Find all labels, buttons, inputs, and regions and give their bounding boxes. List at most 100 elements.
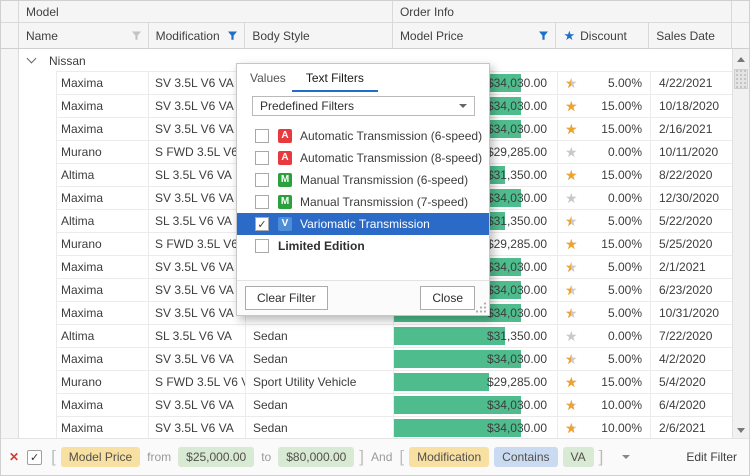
cell-sales-date[interactable]: 2/16/2021 — [651, 118, 734, 141]
cell-name[interactable]: Maxima — [19, 348, 149, 371]
filter-list-item[interactable]: Limited Edition — [237, 235, 489, 257]
cell-sales-date[interactable]: 10/18/2020 — [651, 95, 734, 118]
cell-discount[interactable]: ★★ 5.00% — [558, 348, 651, 371]
cell-modification[interactable]: SV 3.5L V6 VA — [149, 394, 246, 417]
checkbox[interactable] — [255, 195, 269, 209]
cell-sales-date[interactable]: 5/4/2020 — [651, 371, 734, 394]
remove-filter-icon[interactable]: ✕ — [9, 450, 19, 464]
filter-to-value[interactable]: $80,000.00 — [278, 447, 354, 467]
resize-grip-icon[interactable] — [476, 302, 487, 313]
cell-sales-date[interactable]: 8/22/2020 — [651, 164, 734, 187]
cell-sales-date[interactable]: 4/22/2021 — [651, 72, 734, 95]
table-row[interactable]: Altima SL 3.5L V6 VA Sedan $31,350.00 ★★… — [1, 325, 749, 348]
cell-modification[interactable]: SV 3.5L V6 VA — [149, 72, 246, 95]
close-button[interactable]: Close — [420, 286, 475, 310]
cell-name[interactable]: Maxima — [19, 417, 149, 440]
table-row[interactable]: Maxima SV 3.5L V6 VA Sedan $34,030.00 ★★… — [1, 394, 749, 417]
cell-modification[interactable]: SV 3.5L V6 VA — [149, 417, 246, 440]
filter-list-item[interactable]: M Manual Transmission (7-speed) — [237, 191, 489, 213]
cell-name[interactable]: Murano — [19, 371, 149, 394]
cell-discount[interactable]: ★★ 10.00% — [558, 394, 651, 417]
cell-modification[interactable]: SV 3.5L V6 VA — [149, 95, 246, 118]
cell-model-price[interactable]: $34,030.00 — [394, 348, 558, 371]
cell-discount[interactable]: ★★ 5.00% — [558, 210, 651, 233]
column-header-modification[interactable]: Modification — [149, 23, 246, 49]
tab-text-filters[interactable]: Text Filters — [292, 65, 378, 92]
cell-sales-date[interactable]: 10/11/2020 — [651, 141, 734, 164]
table-row[interactable]: Maxima SV 3.5L V6 VA Sedan $34,030.00 ★★… — [1, 348, 749, 371]
cell-discount[interactable]: ★★ 5.00% — [558, 302, 651, 325]
cell-discount[interactable]: ★★ 5.00% — [558, 256, 651, 279]
predefined-filters-combo[interactable]: Predefined Filters — [252, 96, 475, 116]
cell-name[interactable]: Maxima — [19, 256, 149, 279]
filter-joiner[interactable]: And — [369, 450, 394, 464]
scroll-up-button[interactable] — [733, 51, 749, 67]
cell-sales-date[interactable]: 2/6/2021 — [651, 417, 734, 440]
scroll-down-button[interactable] — [733, 422, 749, 438]
cell-sales-date[interactable]: 6/4/2020 — [651, 394, 734, 417]
cell-discount[interactable]: ★★ 15.00% — [558, 371, 651, 394]
cell-name[interactable]: Maxima — [19, 118, 149, 141]
chevron-down-icon[interactable] — [622, 455, 630, 459]
cell-discount[interactable]: ★★ 0.00% — [558, 325, 651, 348]
cell-body-style[interactable]: Sport Utility Vehicle — [246, 371, 394, 394]
column-header-body-style[interactable]: Body Style — [245, 23, 393, 49]
cell-model-price[interactable]: $34,030.00 — [394, 394, 558, 417]
cell-name[interactable]: Maxima — [19, 279, 149, 302]
filter-value-va[interactable]: VA — [563, 447, 594, 467]
cell-modification[interactable]: SL 3.5L V6 VA — [149, 164, 246, 187]
cell-modification[interactable]: SV 3.5L V6 VA — [149, 279, 246, 302]
checkbox[interactable] — [255, 151, 269, 165]
checkbox[interactable] — [255, 217, 269, 231]
cell-model-price[interactable]: $34,030.00 — [394, 417, 558, 440]
checkbox[interactable] — [255, 173, 269, 187]
edit-filter-button[interactable]: Edit Filter — [686, 450, 739, 464]
cell-sales-date[interactable]: 6/23/2020 — [651, 279, 734, 302]
filter-enabled-checkbox[interactable]: ✓ — [27, 450, 42, 465]
column-header-discount[interactable]: ★ Discount — [556, 23, 649, 49]
table-row[interactable]: Murano S FWD 3.5L V6 VA Sport Utility Ve… — [1, 371, 749, 394]
cell-modification[interactable]: SV 3.5L V6 VA — [149, 118, 246, 141]
filter-operator-contains[interactable]: Contains — [494, 447, 557, 467]
chevron-down-icon[interactable] — [27, 54, 37, 64]
cell-name[interactable]: Maxima — [19, 302, 149, 325]
scrollbar-thumb[interactable] — [734, 69, 748, 89]
cell-body-style[interactable]: Sedan — [246, 394, 394, 417]
cell-discount[interactable]: ★★ 5.00% — [558, 72, 651, 95]
cell-modification[interactable]: S FWD 3.5L V6 VA — [149, 233, 246, 256]
filter-funnel-icon-active[interactable] — [538, 30, 549, 41]
cell-name[interactable]: Altima — [19, 210, 149, 233]
cell-sales-date[interactable]: 5/25/2020 — [651, 233, 734, 256]
table-row[interactable]: Maxima SV 3.5L V6 VA Sedan $34,030.00 ★★… — [1, 417, 749, 440]
cell-name[interactable]: Maxima — [19, 187, 149, 210]
cell-sales-date[interactable]: 4/2/2020 — [651, 348, 734, 371]
cell-sales-date[interactable]: 7/22/2020 — [651, 325, 734, 348]
cell-name[interactable]: Maxima — [19, 95, 149, 118]
vertical-scrollbar[interactable] — [732, 49, 749, 440]
cell-discount[interactable]: ★★ 15.00% — [558, 95, 651, 118]
cell-modification[interactable]: SL 3.5L V6 VA — [149, 210, 246, 233]
filter-list-item[interactable]: V Variomatic Transmission — [237, 213, 489, 235]
cell-name[interactable]: Altima — [19, 164, 149, 187]
cell-sales-date[interactable]: 12/30/2020 — [651, 187, 734, 210]
cell-discount[interactable]: ★★ 10.00% — [558, 417, 651, 440]
cell-discount[interactable]: ★★ 15.00% — [558, 233, 651, 256]
cell-body-style[interactable]: Sedan — [246, 348, 394, 371]
cell-discount[interactable]: ★★ 0.00% — [558, 141, 651, 164]
filter-field-modification[interactable]: Modification — [409, 447, 489, 467]
cell-body-style[interactable]: Sedan — [246, 417, 394, 440]
tab-values[interactable]: Values — [250, 65, 286, 92]
cell-modification[interactable]: SL 3.5L V6 VA — [149, 325, 246, 348]
column-header-model-price[interactable]: Model Price — [393, 23, 557, 49]
cell-name[interactable]: Maxima — [19, 394, 149, 417]
cell-sales-date[interactable]: 10/31/2020 — [651, 302, 734, 325]
cell-modification[interactable]: S FWD 3.5L V6 VA — [149, 371, 246, 394]
cell-sales-date[interactable]: 5/22/2020 — [651, 210, 734, 233]
filter-from-value[interactable]: $25,000.00 — [178, 447, 254, 467]
cell-modification[interactable]: S FWD 3.5L V6 VA — [149, 141, 246, 164]
column-header-name[interactable]: Name — [19, 23, 149, 49]
cell-name[interactable]: Altima — [19, 325, 149, 348]
cell-discount[interactable]: ★★ 5.00% — [558, 279, 651, 302]
cell-modification[interactable]: SV 3.5L V6 VA — [149, 256, 246, 279]
cell-model-price[interactable]: $29,285.00 — [394, 371, 558, 394]
